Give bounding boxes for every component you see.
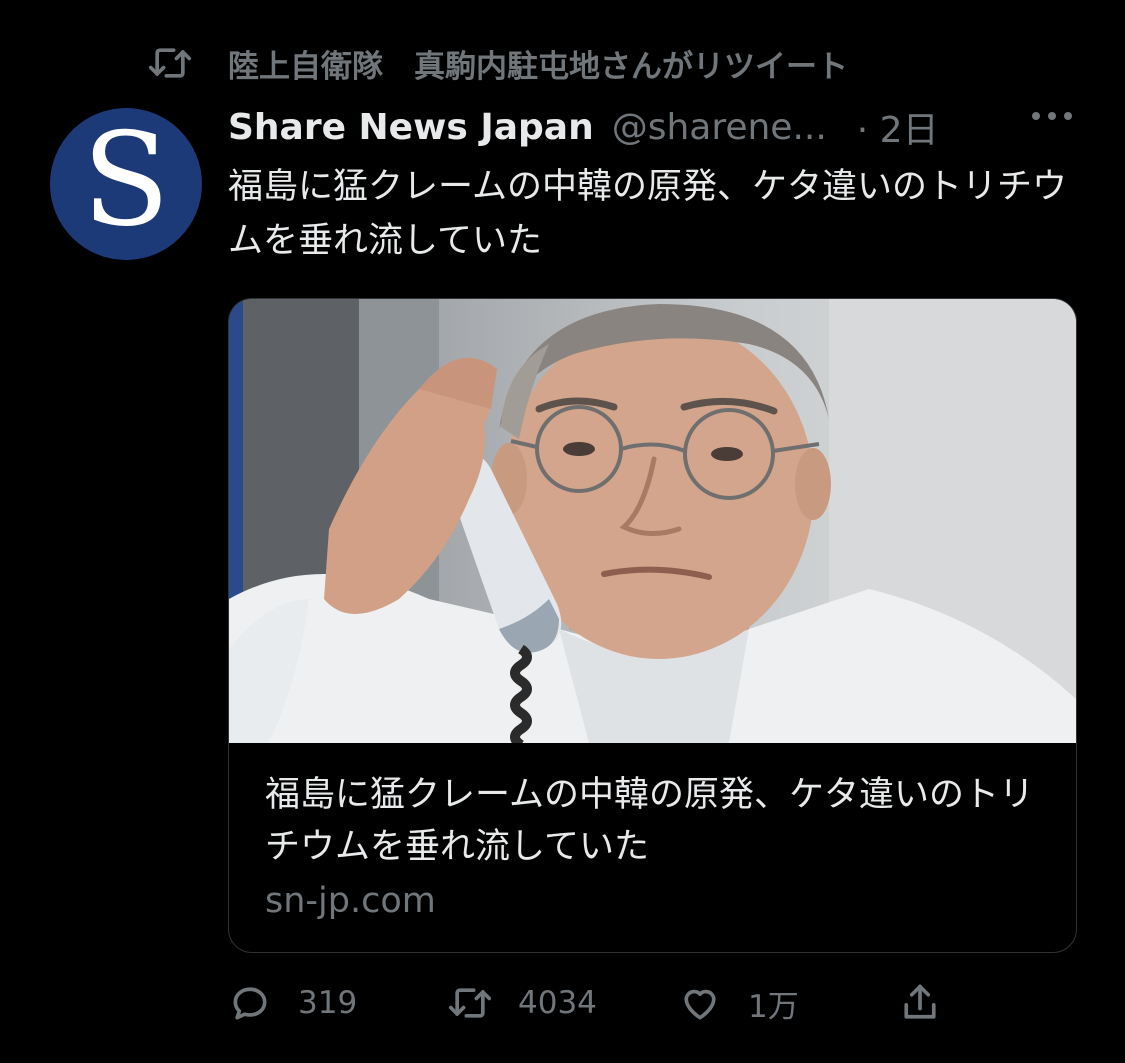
retweet-count: 4034 <box>518 985 597 1021</box>
tweet-header: Share News Japan @sharene... · 2日 <box>228 100 1088 154</box>
card-image <box>229 299 1076 743</box>
reply-icon <box>233 987 267 1020</box>
share-button[interactable] <box>898 981 968 1025</box>
retweet-button[interactable]: 4034 <box>448 981 678 1025</box>
like-button[interactable]: 1万 <box>678 981 898 1026</box>
link-card[interactable]: 福島に猛クレームの中韓の原発、ケタ違いのトリチウムを垂れ流していた sn-jp.… <box>228 298 1077 953</box>
card-domain: sn-jp.com <box>265 881 436 921</box>
share-icon <box>904 984 936 1019</box>
retweet-icon <box>148 48 192 78</box>
card-body: 福島に猛クレームの中韓の原発、ケタ違いのトリチウムを垂れ流していた sn-jp.… <box>265 769 1055 927</box>
card-title: 福島に猛クレームの中韓の原発、ケタ違いのトリチウムを垂れ流していた <box>265 775 1034 867</box>
retweet-context-text: 陸上自衛隊 真駒内駐屯地さんがリツイート <box>228 48 848 85</box>
reply-count: 319 <box>298 985 358 1021</box>
user-handle[interactable]: @sharene... <box>612 107 827 148</box>
action-bar: 319 4034 1万 <box>228 975 988 1031</box>
more-options-icon[interactable] <box>1032 112 1072 120</box>
tweet-text: 福島に猛クレームの中韓の原発、ケタ違いのトリチウムを垂れ流していた <box>228 167 1067 261</box>
display-name[interactable]: Share News Japan <box>228 107 594 148</box>
avatar[interactable]: S <box>50 108 202 260</box>
reply-button[interactable]: 319 <box>228 981 448 1025</box>
retweet-icon <box>448 988 492 1018</box>
like-count: 1万 <box>748 988 799 1025</box>
heart-icon <box>684 989 716 1020</box>
avatar-letter: S <box>82 106 170 255</box>
retweet-context[interactable]: 陸上自衛隊 真駒内駐屯地さんがリツイート <box>148 38 848 88</box>
tweet-time[interactable]: · 2日 <box>857 101 939 153</box>
